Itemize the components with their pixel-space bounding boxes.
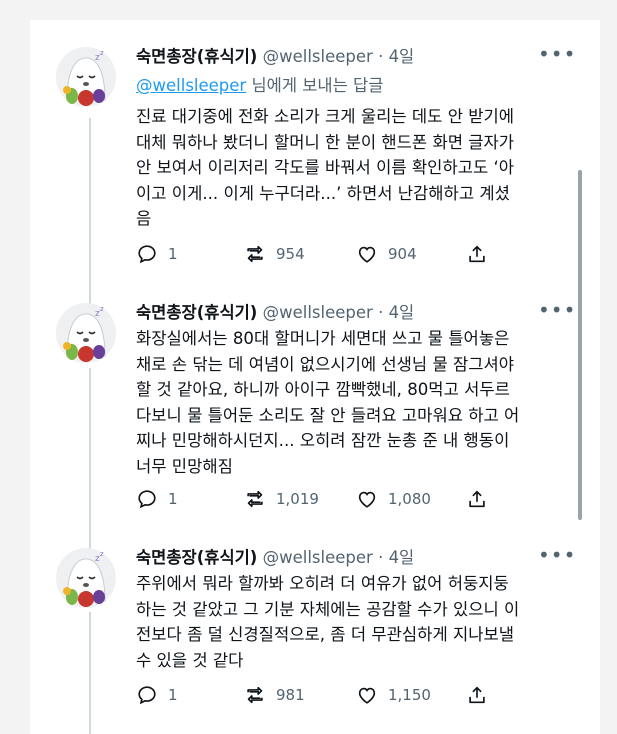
tweet-text-line: 음 [136, 209, 152, 228]
retweet-button[interactable]: 954 [244, 243, 305, 265]
more-options-icon[interactable]: ••• [538, 543, 576, 567]
share-button[interactable] [466, 243, 488, 265]
tweet-text-line: 채로 손 닦는 데 여념이 없으시기에 선생님 물 잠그셔야 [136, 354, 515, 374]
thread-line [89, 118, 91, 306]
separator-dot: · [378, 548, 384, 567]
tweet-text-line: 할 것 같아요, 하니까 아이구 깜빡했네, 80먹고 서두르 [136, 380, 510, 399]
retweet-button[interactable]: 1,019 [244, 488, 319, 510]
reply-to-suffix: 님에게 보내는 답글 [251, 76, 384, 95]
svg-text:z: z [100, 49, 104, 57]
tweet-text-line: 너무 민망해짐 [136, 456, 233, 476]
tweet-text-line: 수 있을 것 같다 [136, 650, 244, 670]
share-button[interactable] [466, 684, 488, 706]
share-button[interactable] [466, 488, 488, 510]
author-name[interactable]: 숙면총장(휴식기) [136, 47, 257, 66]
retweet-icon [247, 490, 263, 508]
thread-line [89, 612, 91, 734]
reply-button[interactable]: 1 [136, 488, 178, 510]
tweet-text-line: 찌나 민망해하시던지... 오히려 잠깐 눈총 준 내 행동이 [136, 431, 510, 450]
avatar[interactable]: z z [55, 302, 117, 364]
separator-dot: · [378, 303, 384, 322]
like-count: 904 [388, 245, 417, 263]
heart-icon [358, 246, 376, 263]
share-icon [469, 490, 485, 508]
reply-button[interactable]: 1 [136, 243, 178, 265]
reply-count: 1 [168, 490, 178, 508]
sleepy-ghost-icon: z z [56, 303, 116, 363]
tweet-text-line: 안 보여서 이리저리 각도를 바꿔서 이름 확인하고도 ‘아 [136, 158, 515, 177]
thread-line [89, 368, 91, 550]
separator-dot: · [378, 47, 384, 66]
sleepy-ghost-icon: z z [56, 548, 116, 608]
tweet-text-line: 화장실에서는 80대 할머니가 세면대 쓰고 물 틀어놓은 [136, 329, 510, 348]
sleepy-ghost-icon: z z [56, 47, 116, 107]
heart-icon [358, 491, 376, 508]
author-handle[interactable]: @wellsleeper [263, 47, 373, 66]
retweet-icon [247, 245, 263, 263]
reply-icon [138, 490, 156, 509]
retweet-count: 954 [276, 245, 305, 263]
reply-icon [138, 686, 156, 705]
reply-to-line: @wellsleeper 님에게 보내는 답글 [136, 72, 383, 96]
tweet-time[interactable]: 4일 [389, 548, 415, 567]
retweet-count: 1,019 [276, 490, 319, 508]
avatar[interactable]: z z [55, 547, 117, 609]
retweet-icon [247, 686, 263, 704]
share-icon [469, 245, 485, 263]
tweet-time[interactable]: 4일 [389, 303, 415, 322]
tweet-text-line: 다보니 물 틀어둔 소리도 잘 안 들려요 고마워요 하고 어 [136, 405, 520, 425]
tweet-text-line: 전보다 좀 덜 신경질적으로, 좀 더 무관심하게 지나보낼 [136, 625, 515, 644]
author-handle[interactable]: @wellsleeper [263, 548, 373, 567]
reply-count: 1 [168, 245, 178, 263]
tweet-actions: 1 1,019 1,080 [136, 488, 556, 512]
reply-button[interactable]: 1 [136, 684, 178, 706]
svg-text:z: z [100, 550, 104, 558]
tweet-actions: 1 981 1,150 [136, 684, 556, 708]
tweet-header: 숙면총장(휴식기) @wellsleeper · 4일 [136, 302, 414, 324]
reply-count: 1 [168, 686, 178, 704]
reply-to-handle[interactable]: @wellsleeper [136, 76, 246, 95]
tweet-text: 주위에서 뭐라 할까봐 오히려 더 여유가 없어 허둥지둥 하는 것 같았고 그… [136, 571, 596, 673]
tweet-text: 진료 대기중에 전화 소리가 크게 울리는 데도 안 받기에 대체 뭐하나 봤더… [136, 104, 596, 232]
tweet-text: 화장실에서는 80대 할머니가 세면대 쓰고 물 틀어놓은 채로 손 닦는 데 … [136, 326, 596, 479]
avatar[interactable]: z z [55, 46, 117, 108]
like-count: 1,150 [388, 686, 431, 704]
retweet-count: 981 [276, 686, 305, 704]
tweet-header: 숙면총장(휴식기) @wellsleeper · 4일 [136, 46, 414, 68]
author-name[interactable]: 숙면총장(휴식기) [136, 303, 257, 322]
share-icon [469, 686, 485, 704]
tweet-time[interactable]: 4일 [389, 47, 415, 66]
tweet-text-line: 대체 뭐하나 봤더니 할머니 한 분이 핸드폰 화면 글자가 [136, 132, 515, 152]
tweet-text-line: 주위에서 뭐라 할까봐 오히려 더 여유가 없어 허둥지둥 [136, 574, 509, 593]
reply-icon [138, 245, 156, 264]
svg-text:z: z [100, 305, 104, 313]
like-count: 1,080 [388, 490, 431, 508]
tweet-text-line: 진료 대기중에 전화 소리가 크게 울리는 데도 안 받기에 [136, 107, 515, 126]
tweet-text-line: 이고 이게... 이게 누구더라...’ 하면서 난감해하고 계셨 [136, 183, 510, 203]
author-handle[interactable]: @wellsleeper [263, 303, 373, 322]
like-button[interactable]: 1,080 [356, 488, 431, 510]
tweet-text-line: 하는 것 같았고 그 기분 자체에는 공감할 수가 있으니 이 [136, 599, 520, 619]
tweet-header: 숙면총장(휴식기) @wellsleeper · 4일 [136, 547, 414, 569]
more-options-icon[interactable]: ••• [538, 298, 576, 322]
author-name[interactable]: 숙면총장(휴식기) [136, 548, 257, 567]
like-button[interactable]: 1,150 [356, 684, 431, 706]
like-button[interactable]: 904 [356, 243, 417, 265]
tweet-actions: 1 954 904 [136, 243, 556, 267]
heart-icon [358, 687, 376, 704]
retweet-button[interactable]: 981 [244, 684, 305, 706]
more-options-icon[interactable]: ••• [538, 42, 576, 66]
